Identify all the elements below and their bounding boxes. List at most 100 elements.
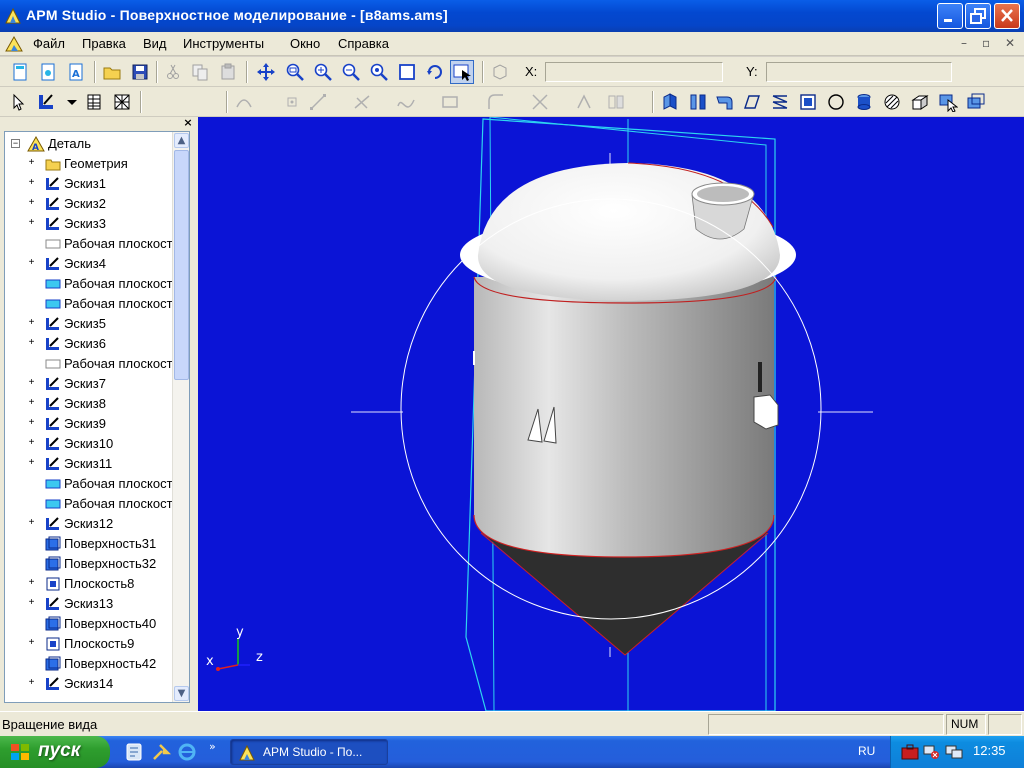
tree-item[interactable]: Рабочая плоскость xyxy=(5,354,175,374)
planar-surface-icon[interactable] xyxy=(798,92,818,112)
tree-item[interactable]: Рабочая плоскость xyxy=(5,474,175,494)
new-assembly-icon[interactable]: A xyxy=(66,62,86,82)
tree-item[interactable]: + Эскиз10 xyxy=(5,434,175,454)
menu-file[interactable]: Файл xyxy=(33,36,65,51)
tree-item[interactable]: + Эскиз11 xyxy=(5,454,175,474)
expand-icon[interactable]: + xyxy=(27,258,36,268)
minimize-button[interactable] xyxy=(937,3,963,29)
expand-icon[interactable]: + xyxy=(27,438,36,448)
tree-item[interactable]: Рабочая плоскость xyxy=(5,294,175,314)
tree-item[interactable]: + Эскиз7 xyxy=(5,374,175,394)
quicklaunch-tool-icon[interactable] xyxy=(151,742,171,762)
zoom-in-icon[interactable] xyxy=(313,62,333,82)
open-folder-icon[interactable] xyxy=(102,62,122,82)
tree-item[interactable]: Поверхность31 xyxy=(5,534,175,554)
tree-item[interactable]: Поверхность32 xyxy=(5,554,175,574)
tree-item[interactable]: + Эскиз3 xyxy=(5,214,175,234)
dimension-tool-icon[interactable] xyxy=(530,92,550,112)
expand-icon[interactable]: + xyxy=(27,678,36,688)
zoom-all-icon[interactable] xyxy=(397,62,417,82)
grid-icon[interactable] xyxy=(112,92,132,112)
expand-icon[interactable]: + xyxy=(27,198,36,208)
sketch-tool-icon[interactable] xyxy=(36,92,56,112)
paste-icon[interactable] xyxy=(218,62,238,82)
spline-tool-icon[interactable] xyxy=(396,92,416,112)
model-icon[interactable] xyxy=(490,62,510,82)
internet-explorer-icon[interactable] xyxy=(177,742,197,762)
scroll-down-button[interactable]: ▼ xyxy=(174,686,189,701)
point-tool-icon[interactable] xyxy=(282,92,302,112)
offset-surface-icon[interactable] xyxy=(966,92,986,112)
tree-item[interactable]: Поверхность42 xyxy=(5,654,175,674)
expand-icon[interactable]: + xyxy=(27,578,36,588)
zoom-window-icon[interactable] xyxy=(285,62,305,82)
expand-icon[interactable]: + xyxy=(27,338,36,348)
save-icon[interactable] xyxy=(130,62,150,82)
expand-icon[interactable]: + xyxy=(27,518,36,528)
menu-window[interactable]: Окно xyxy=(290,36,320,51)
cut-icon[interactable] xyxy=(163,62,183,82)
scroll-thumb[interactable] xyxy=(174,150,189,380)
trim-tool-icon[interactable] xyxy=(352,92,372,112)
quicklaunch-more-icon[interactable]: » xyxy=(209,740,216,753)
tree-root-item[interactable]: − A Деталь xyxy=(9,134,179,154)
x-coord-field[interactable] xyxy=(545,62,723,82)
expand-icon[interactable]: + xyxy=(27,598,36,608)
mdi-close-button[interactable]: ✕ xyxy=(1005,36,1015,50)
expand-icon[interactable]: + xyxy=(27,158,36,168)
tree-item[interactable]: + Эскиз9 xyxy=(5,414,175,434)
tray-display-icon[interactable] xyxy=(945,744,963,760)
maximize-button[interactable] xyxy=(965,3,991,29)
start-button[interactable]: пуск xyxy=(0,736,110,768)
model-view[interactable]: y z x xyxy=(198,117,1024,711)
expand-icon[interactable]: + xyxy=(27,638,36,648)
menu-view[interactable]: Вид xyxy=(143,36,167,51)
sphere-hatched-icon[interactable] xyxy=(882,92,902,112)
tree-item[interactable]: + Эскиз4 xyxy=(5,254,175,274)
revolve-surface-icon[interactable] xyxy=(688,92,708,112)
tree-item[interactable]: + Эскиз2 xyxy=(5,194,175,214)
rotate-view-icon[interactable] xyxy=(425,62,445,82)
table-icon[interactable] xyxy=(84,92,104,112)
y-coord-field[interactable] xyxy=(766,62,952,82)
pan-icon[interactable] xyxy=(256,62,276,82)
tree-item[interactable]: Рабочая плоскость xyxy=(5,234,175,254)
sphere-surface-icon[interactable] xyxy=(826,92,846,112)
collapse-icon[interactable]: − xyxy=(11,139,20,148)
tree-item[interactable]: + Эскиз8 xyxy=(5,394,175,414)
tree-item[interactable]: + Эскиз13 xyxy=(5,594,175,614)
extrude-surface-icon[interactable] xyxy=(660,92,680,112)
expand-icon[interactable]: + xyxy=(27,458,36,468)
tree-item[interactable]: Поверхность40 xyxy=(5,614,175,634)
tray-network-icon[interactable] xyxy=(923,744,941,760)
expand-icon[interactable]: + xyxy=(27,178,36,188)
pointer-icon[interactable] xyxy=(8,92,28,112)
tree-item[interactable]: + Эскиз5 xyxy=(5,314,175,334)
quicklaunch-app-icon[interactable] xyxy=(124,742,144,762)
ruled-surface-icon[interactable] xyxy=(770,92,790,112)
arc-tool-icon[interactable] xyxy=(234,92,254,112)
new-sketch-icon[interactable] xyxy=(38,62,58,82)
tree-item[interactable]: Рабочая плоскость xyxy=(5,274,175,294)
select-mode-button[interactable] xyxy=(450,60,474,84)
tree-item[interactable]: + Эскиз6 xyxy=(5,334,175,354)
fillet-tool-icon[interactable] xyxy=(486,92,506,112)
constraint-tool-icon[interactable] xyxy=(574,92,594,112)
box-surface-icon[interactable] xyxy=(910,92,930,112)
tree-item[interactable]: + Плоскость9 xyxy=(5,634,175,654)
scroll-up-button[interactable]: ▲ xyxy=(174,133,189,148)
new-file-icon[interactable] xyxy=(10,62,30,82)
mdi-minimize-button[interactable]: – xyxy=(961,36,967,50)
tree-item[interactable]: + Плоскость8 xyxy=(5,574,175,594)
tree-item[interactable]: Рабочая плоскость xyxy=(5,494,175,514)
sweep-surface-icon[interactable] xyxy=(714,92,734,112)
rectangle-tool-icon[interactable] xyxy=(440,92,460,112)
tree-item[interactable]: + Эскиз14 xyxy=(5,674,175,694)
select-surface-icon[interactable] xyxy=(938,92,958,112)
close-button[interactable] xyxy=(994,3,1020,29)
menu-edit[interactable]: Правка xyxy=(82,36,126,51)
language-indicator[interactable]: RU xyxy=(858,744,875,758)
tree-item[interactable]: + Геометрия xyxy=(5,154,175,174)
zoom-out-icon[interactable] xyxy=(341,62,361,82)
mirror-tool-icon[interactable] xyxy=(606,92,626,112)
